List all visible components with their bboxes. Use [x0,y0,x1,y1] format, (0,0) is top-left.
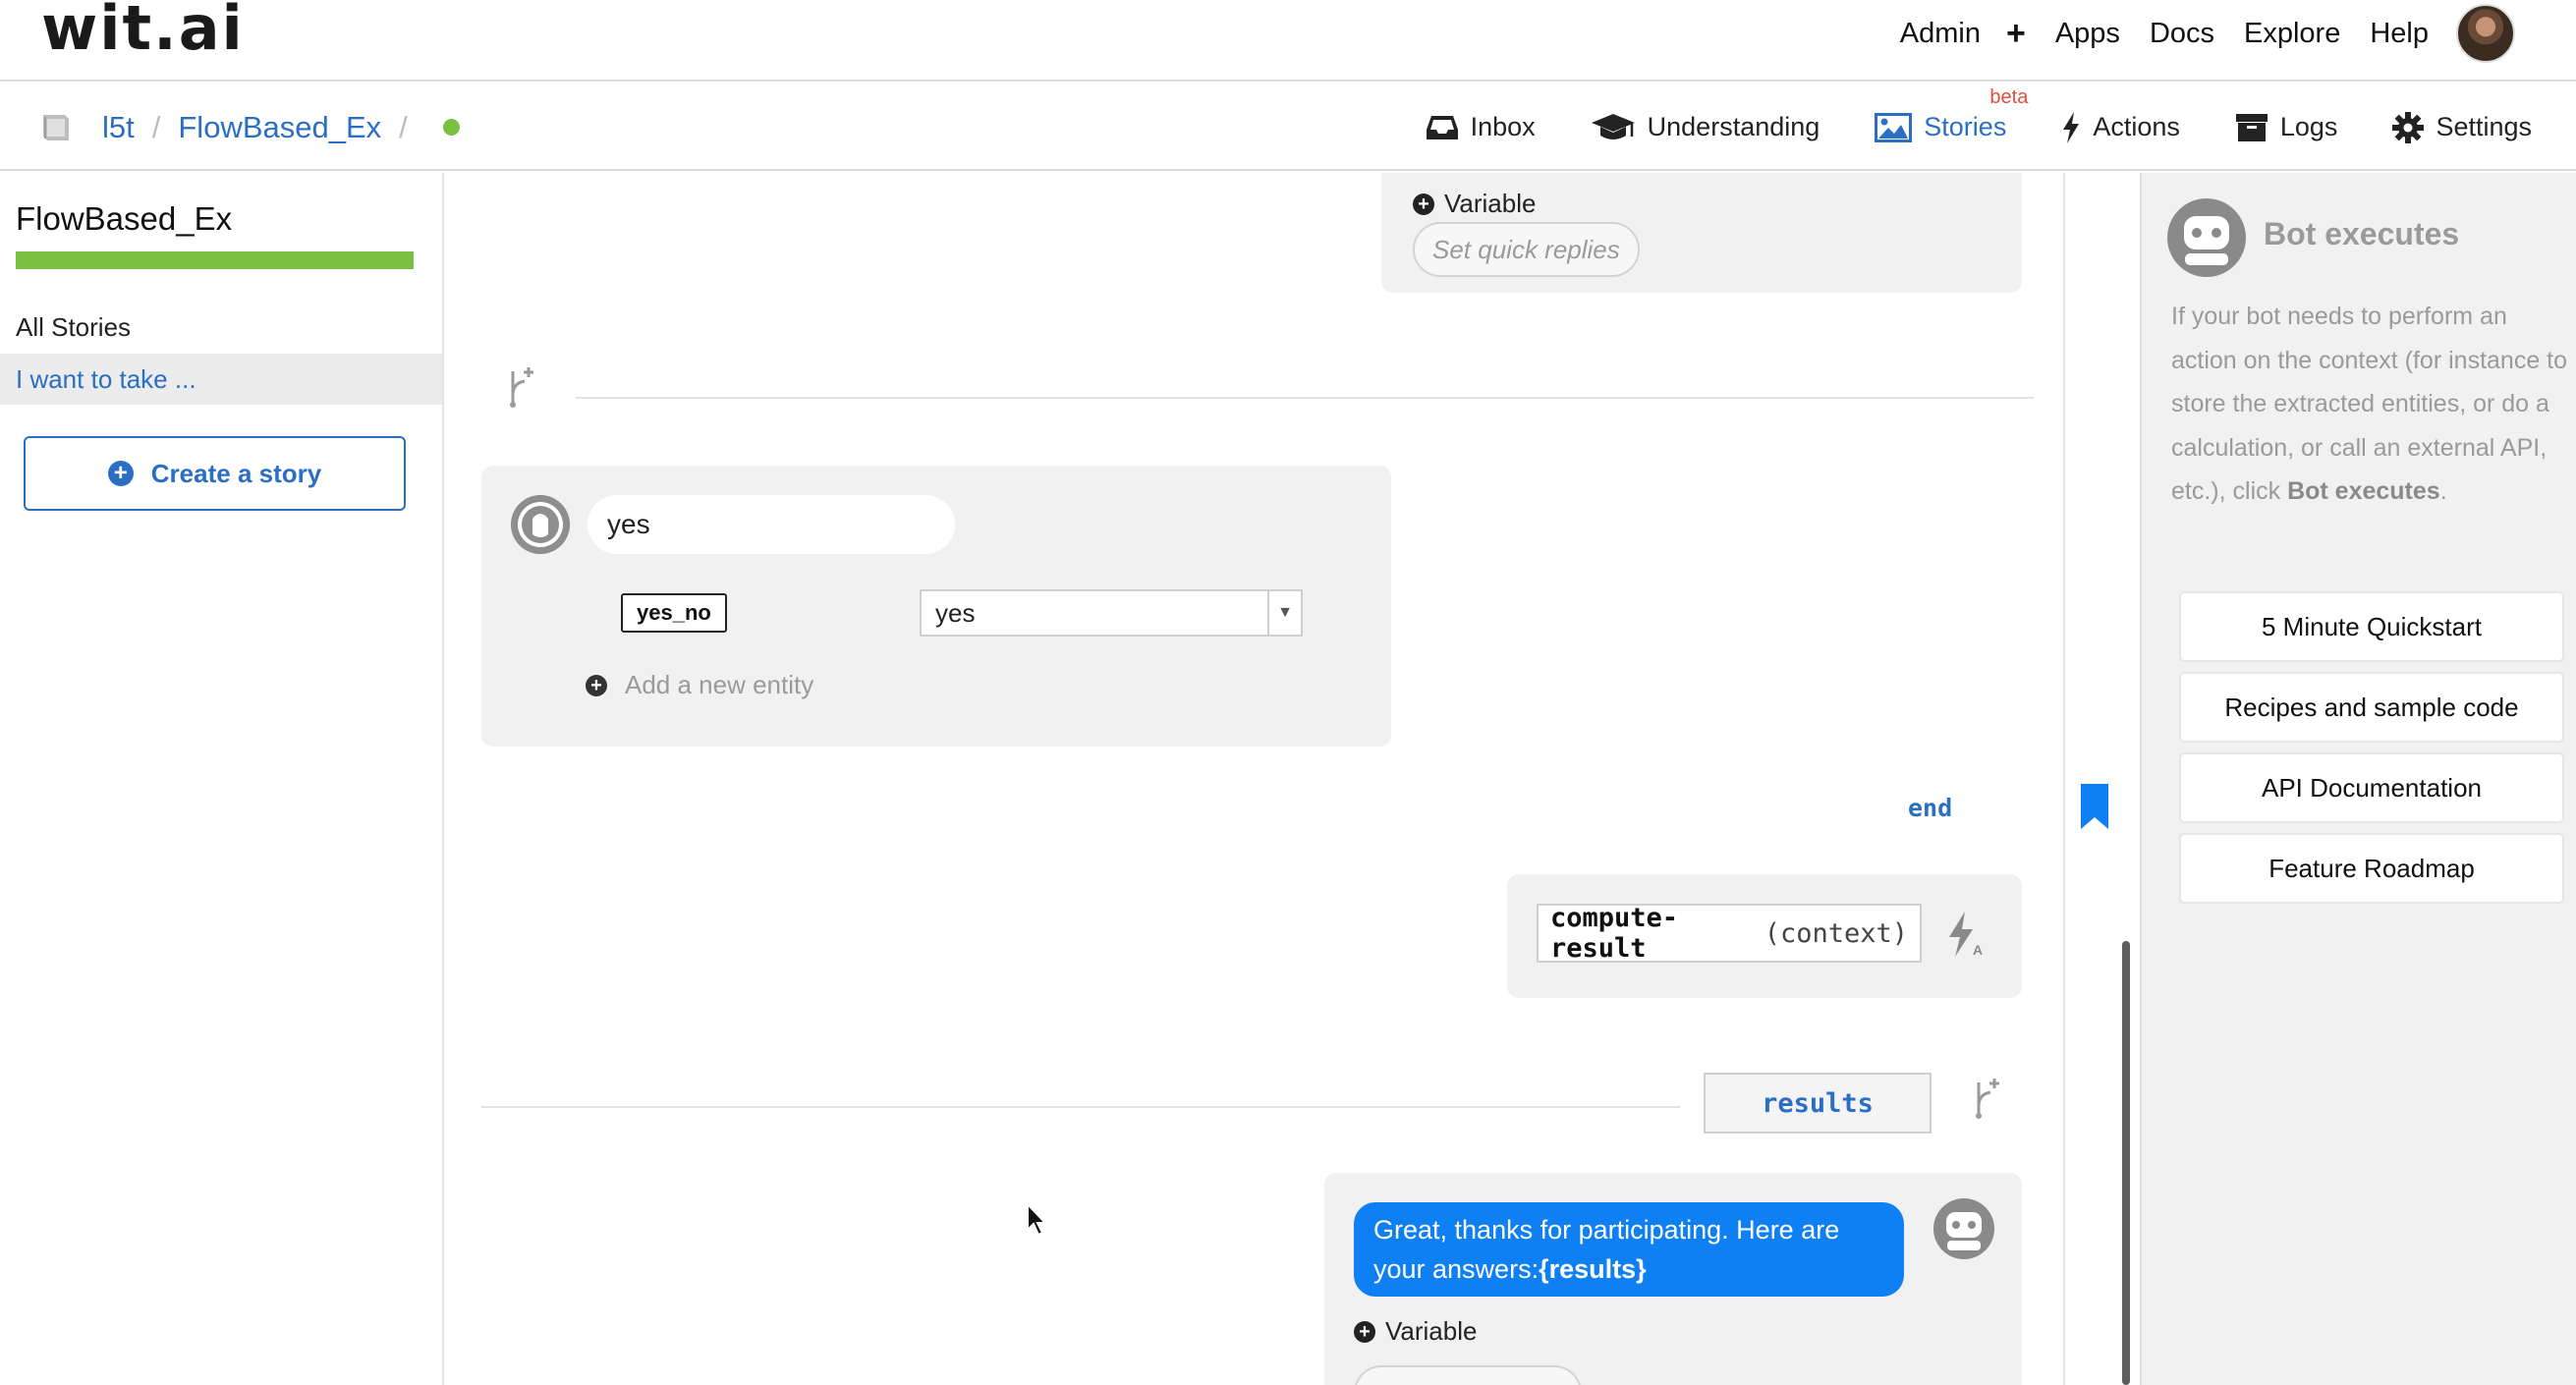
nav-help[interactable]: Help [2370,18,2429,50]
breadcrumb-separator: / [151,109,161,144]
graduation-cap-icon [1591,113,1635,139]
tab-actions-label: Actions [2093,112,2180,141]
divider [576,397,2034,399]
bolt-icon [2063,111,2080,143]
plus-circle-icon: + [1413,193,1434,215]
help-panel-description: If your bot needs to perform an action o… [2171,295,2568,514]
help-desc-text: If your bot needs to perform an action o… [2171,303,2568,505]
robot-icon [1933,1198,1994,1259]
nav-apps[interactable]: Apps [2055,18,2120,50]
divider [481,1106,1680,1108]
mouse-cursor-icon [1027,1202,1048,1237]
sidebar-app-title: FlowBased_Ex [16,200,233,237]
plus-circle-icon: + [107,461,134,486]
entity-value-select[interactable]: yes ▼ [920,589,1303,637]
canvas-border [2063,173,2065,1385]
app-subbar: l5t / FlowBased_Ex / Inbox Understanding [0,83,2576,171]
gear-icon [2392,111,2425,143]
variable-label: Variable [1385,1316,1478,1346]
add-variable[interactable]: + Variable [1413,189,1536,219]
help-desc-bold: Bot executes [2287,477,2440,505]
help-panel-title: Bot executes [2264,216,2460,251]
api-docs-link[interactable]: API Documentation [2179,752,2564,823]
user-avatar-icon [511,495,570,554]
nav-docs[interactable]: Docs [2150,18,2214,50]
breadcrumb-owner[interactable]: l5t [102,110,135,145]
plus-circle-icon: + [586,674,607,696]
action-arg: (context) [1764,917,1908,949]
entity-tag[interactable]: yes_no [621,593,727,633]
top-bar: wit.ai Admin + Apps Docs Explore Help [0,0,2576,82]
user-utterance[interactable]: yes [588,495,955,554]
bookmark-icon[interactable] [2081,784,2108,829]
app-tabs: Inbox Understanding Stories beta Actions [1371,83,2576,171]
bot-response-card: + Variable Set quick replies [1381,173,2022,293]
roadmap-link[interactable]: Feature Roadmap [2179,833,2564,904]
add-variable[interactable]: + Variable [1354,1316,1477,1347]
recipes-link[interactable]: Recipes and sample code [2179,672,2564,743]
archive-icon [2235,113,2268,141]
add-entity-button[interactable]: + Add a new entity [586,670,813,700]
context-key-field[interactable]: results [1704,1073,1932,1134]
help-panel: Bot executes If your bot needs to perfor… [2140,173,2576,1385]
tab-inbox[interactable]: Inbox [1426,112,1536,142]
tab-inbox-label: Inbox [1470,112,1536,141]
branch-icon[interactable] [1969,1077,2002,1120]
action-name-field[interactable]: compute-result (context) [1537,903,1922,964]
tab-settings-label: Settings [2436,112,2532,141]
quickstart-link[interactable]: 5 Minute Quickstart [2179,591,2564,662]
bot-response-card: Great, thanks for participating. Here ar… [1324,1173,2022,1385]
bolt-action-icon[interactable]: A [1943,910,1987,959]
tab-understanding[interactable]: Understanding [1591,112,1820,142]
sidebar-story-item[interactable]: I want to take ... [0,354,442,405]
bot-response-bubble[interactable]: Great, thanks for participating. Here ar… [1354,1202,1904,1297]
story-canvas: + Variable Set quick replies yes yes_no … [446,173,2065,1385]
action-name: compute-result [1550,903,1679,964]
help-desc-end: . [2439,477,2447,505]
tab-stories[interactable]: Stories beta [1875,86,2028,142]
bot-executes-card: compute-result (context) A [1507,874,2022,998]
sidebar-progress-bar [16,251,414,269]
breadcrumb: l5t / FlowBased_Ex / [39,83,460,171]
breadcrumb-separator: / [399,109,408,144]
tab-logs-label: Logs [2279,112,2338,141]
stories-sidebar: FlowBased_Ex All Stories I want to take … [0,173,444,1385]
inbox-icon [1426,115,1458,139]
bookmark-label[interactable]: end [1908,794,1952,822]
tab-understanding-label: Understanding [1647,112,1820,141]
tab-settings[interactable]: Settings [2392,111,2532,143]
variable-label: Variable [1444,189,1537,218]
beta-badge: beta [1989,86,2029,108]
plus-circle-icon: + [1354,1320,1375,1343]
top-nav: Admin + Apps Docs Explore Help [1871,0,2576,67]
dropdown-arrow-icon: ▼ [1267,591,1301,635]
robot-icon [2167,198,2246,277]
nav-admin[interactable]: Admin [1900,18,1981,50]
plus-icon[interactable]: + [2006,15,2026,53]
image-icon [1875,112,1913,142]
bot-response-variable: {results} [1539,1254,1647,1284]
user-turn-card: yes yes_no yes ▼ + Add a new entity [481,466,1391,747]
canvas-scrollbar[interactable] [2122,941,2130,1385]
wit-logo[interactable]: wit.ai [41,0,245,63]
book-icon [43,114,69,140]
nav-explore[interactable]: Explore [2244,18,2340,50]
add-entity-label: Add a new entity [625,670,814,699]
tab-actions[interactable]: Actions [2061,111,2180,144]
tab-stories-label: Stories [1924,112,2007,141]
quick-replies-field[interactable]: Set quick replies [1413,222,1640,277]
status-dot [442,119,460,136]
breadcrumb-app[interactable]: FlowBased_Ex [178,110,381,145]
create-story-label: Create a story [150,458,322,488]
svg-text:A: A [1973,942,1983,958]
user-avatar[interactable] [2456,4,2515,63]
entity-value: yes [935,597,976,628]
quick-replies-field[interactable] [1354,1365,1582,1385]
all-stories-heading: All Stories [16,312,132,342]
create-story-button[interactable]: + Create a story [24,436,406,511]
branch-icon[interactable] [503,365,536,409]
tab-logs[interactable]: Logs [2235,112,2338,142]
